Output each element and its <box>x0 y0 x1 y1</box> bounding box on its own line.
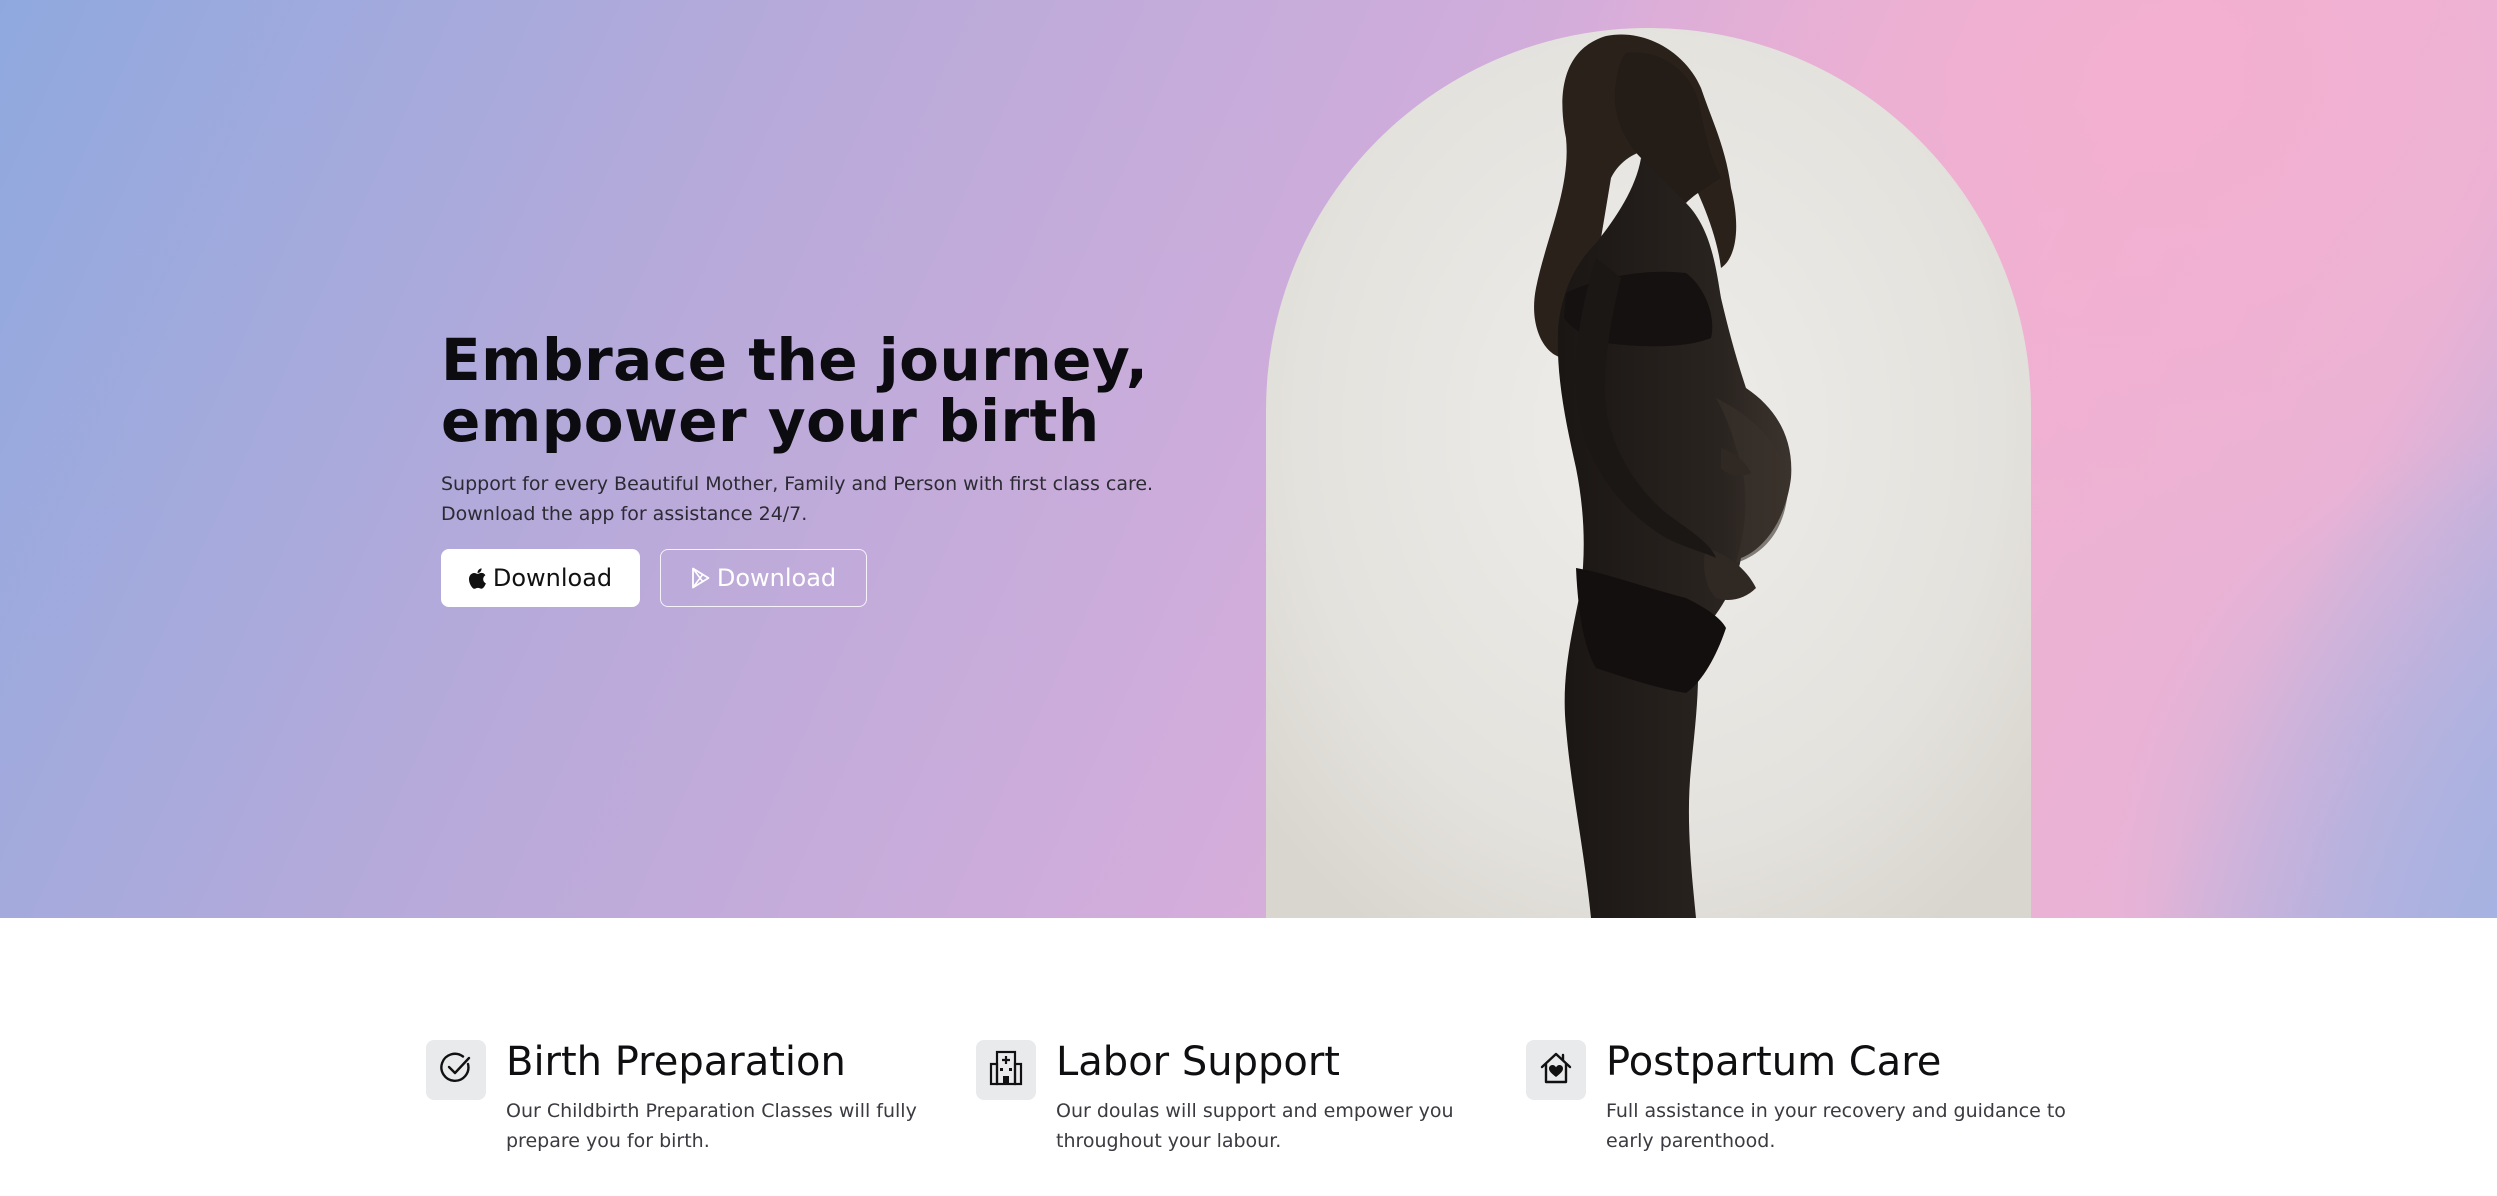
app-store-download-button[interactable]: Download <box>441 549 640 607</box>
app-store-download-label: Download <box>492 564 613 592</box>
download-buttons: Download Download <box>441 549 1221 607</box>
google-play-download-label: Download <box>716 564 837 592</box>
hero-subtitle: Support for every Beautiful Mother, Fami… <box>441 473 1154 525</box>
hero-title-line-2: empower your birth <box>441 387 1100 455</box>
pregnant-woman-silhouette-image <box>1534 34 1792 918</box>
hero-title: Embrace the journey, empower your birth <box>441 330 1221 452</box>
house-heart-icon <box>1539 1051 1573 1089</box>
hero-section: Embrace the journey, empower your birth … <box>0 0 2497 918</box>
feature-title: Birth Preparation <box>506 1039 846 1085</box>
feature-description: Our Childbirth Preparation Classes will … <box>506 1100 917 1152</box>
hero-copy: Embrace the journey, empower your birth … <box>441 330 1221 607</box>
feature-icon-tile <box>976 1040 1036 1100</box>
feature-description: Full assistance in your recovery and gui… <box>1606 1100 2066 1152</box>
hospital-icon <box>989 1050 1023 1090</box>
google-play-download-button[interactable]: Download <box>660 549 867 607</box>
hero-photo-arch <box>1266 28 2031 918</box>
features-section: Birth Preparation Our Childbirth Prepara… <box>0 918 2497 1196</box>
feature-icon-tile <box>1526 1040 1586 1100</box>
feature-description: Our doulas will support and empower you … <box>1056 1100 1454 1152</box>
apple-icon <box>468 567 487 589</box>
hero-title-line-1: Embrace the journey, <box>441 326 1149 394</box>
check-circle-icon <box>439 1051 473 1089</box>
feature-title: Postpartum Care <box>1606 1039 1942 1085</box>
feature-title: Labor Support <box>1056 1039 1340 1085</box>
play-store-icon <box>691 567 711 589</box>
feature-icon-tile <box>426 1040 486 1100</box>
